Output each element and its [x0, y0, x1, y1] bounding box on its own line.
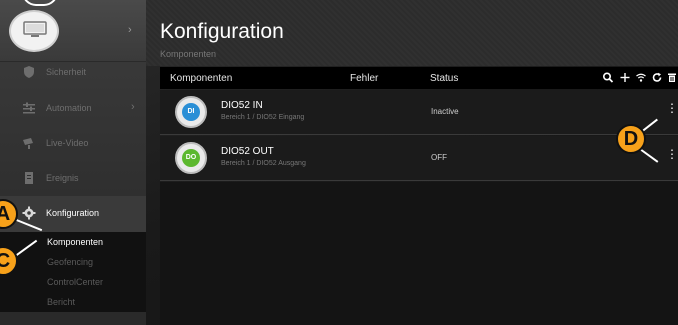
column-header-status[interactable]: Status [430, 73, 458, 84]
annotation-marker-d: D [616, 124, 646, 154]
component-status: OFF [431, 153, 447, 162]
component-description: Bereich 1 / DIO52 Eingang [221, 114, 305, 121]
plus-icon[interactable] [618, 72, 632, 83]
sidebar-item-konfiguration[interactable]: Konfiguration [0, 196, 146, 232]
component-name: DIO52 OUT [221, 146, 274, 157]
digital-output-icon: DO [182, 149, 200, 167]
gear-icon [22, 206, 36, 220]
more-vertical-icon[interactable]: ⋮ [666, 147, 678, 161]
table-empty-area [160, 182, 678, 325]
sliders-icon [23, 102, 35, 114]
sidebar-item-ereignis[interactable]: Ereignis [0, 161, 146, 197]
search-icon[interactable] [601, 72, 615, 83]
component-description: Bereich 1 / DIO52 Ausgang [221, 160, 306, 167]
document-icon [25, 172, 33, 184]
page-title: Konfiguration [160, 20, 284, 43]
device-avatar[interactable] [9, 10, 59, 52]
sidebar-item-live-video[interactable]: Live-Video [0, 126, 146, 162]
sidebar: › Sicherheit Automation › Live-Video Ere… [0, 0, 146, 325]
table-row[interactable]: DO DIO52 OUT Bereich 1 / DIO52 Ausgang O… [160, 136, 678, 181]
device-selector[interactable]: › [0, 0, 146, 62]
submenu-item-komponenten[interactable]: Komponenten [47, 237, 103, 247]
configuration-submenu: Komponenten Geofencing ControlCenter Ber… [0, 232, 146, 312]
refresh-icon[interactable] [650, 72, 664, 83]
table-header: Komponenten Fehler Status [160, 67, 678, 89]
sidebar-item-sicherheit[interactable]: Sicherheit [0, 55, 146, 91]
more-vertical-icon[interactable]: ⋮ [666, 101, 678, 115]
digital-input-icon: DI [182, 103, 200, 121]
main-content: Konfiguration Komponenten Komponenten Fe… [146, 0, 678, 325]
component-badge: DI [175, 96, 207, 128]
sidebar-item-label: Sicherheit [46, 67, 87, 77]
top-arc-decoration [22, 0, 58, 6]
column-header-fehler[interactable]: Fehler [350, 73, 378, 84]
sidebar-footer [0, 312, 146, 325]
component-name: DIO52 IN [221, 100, 263, 111]
chevron-right-icon: › [131, 101, 135, 113]
camera-icon [23, 138, 33, 149]
submenu-item-controlcenter[interactable]: ControlCenter [47, 277, 103, 287]
component-status: Inactive [431, 107, 459, 116]
shield-icon [24, 66, 34, 78]
page-header: Konfiguration Komponenten [146, 0, 678, 66]
component-badge: DO [175, 142, 207, 174]
submenu-item-bericht[interactable]: Bericht [47, 297, 75, 307]
submenu-item-geofencing[interactable]: Geofencing [47, 257, 93, 267]
sidebar-item-label: Ereignis [46, 173, 79, 183]
sidebar-item-label: Live-Video [46, 138, 89, 148]
chevron-right-icon[interactable]: › [128, 24, 132, 36]
trash-icon[interactable] [665, 72, 678, 83]
monitor-icon [23, 21, 47, 37]
breadcrumb: Komponenten [160, 49, 217, 59]
sidebar-item-label: Automation [46, 103, 92, 113]
column-header-komponenten[interactable]: Komponenten [170, 73, 232, 84]
wifi-icon[interactable] [634, 72, 648, 83]
table-row[interactable]: DI DIO52 IN Bereich 1 / DIO52 Eingang In… [160, 90, 678, 135]
sidebar-item-label: Konfiguration [46, 208, 100, 218]
sidebar-item-automation[interactable]: Automation › [0, 91, 146, 127]
